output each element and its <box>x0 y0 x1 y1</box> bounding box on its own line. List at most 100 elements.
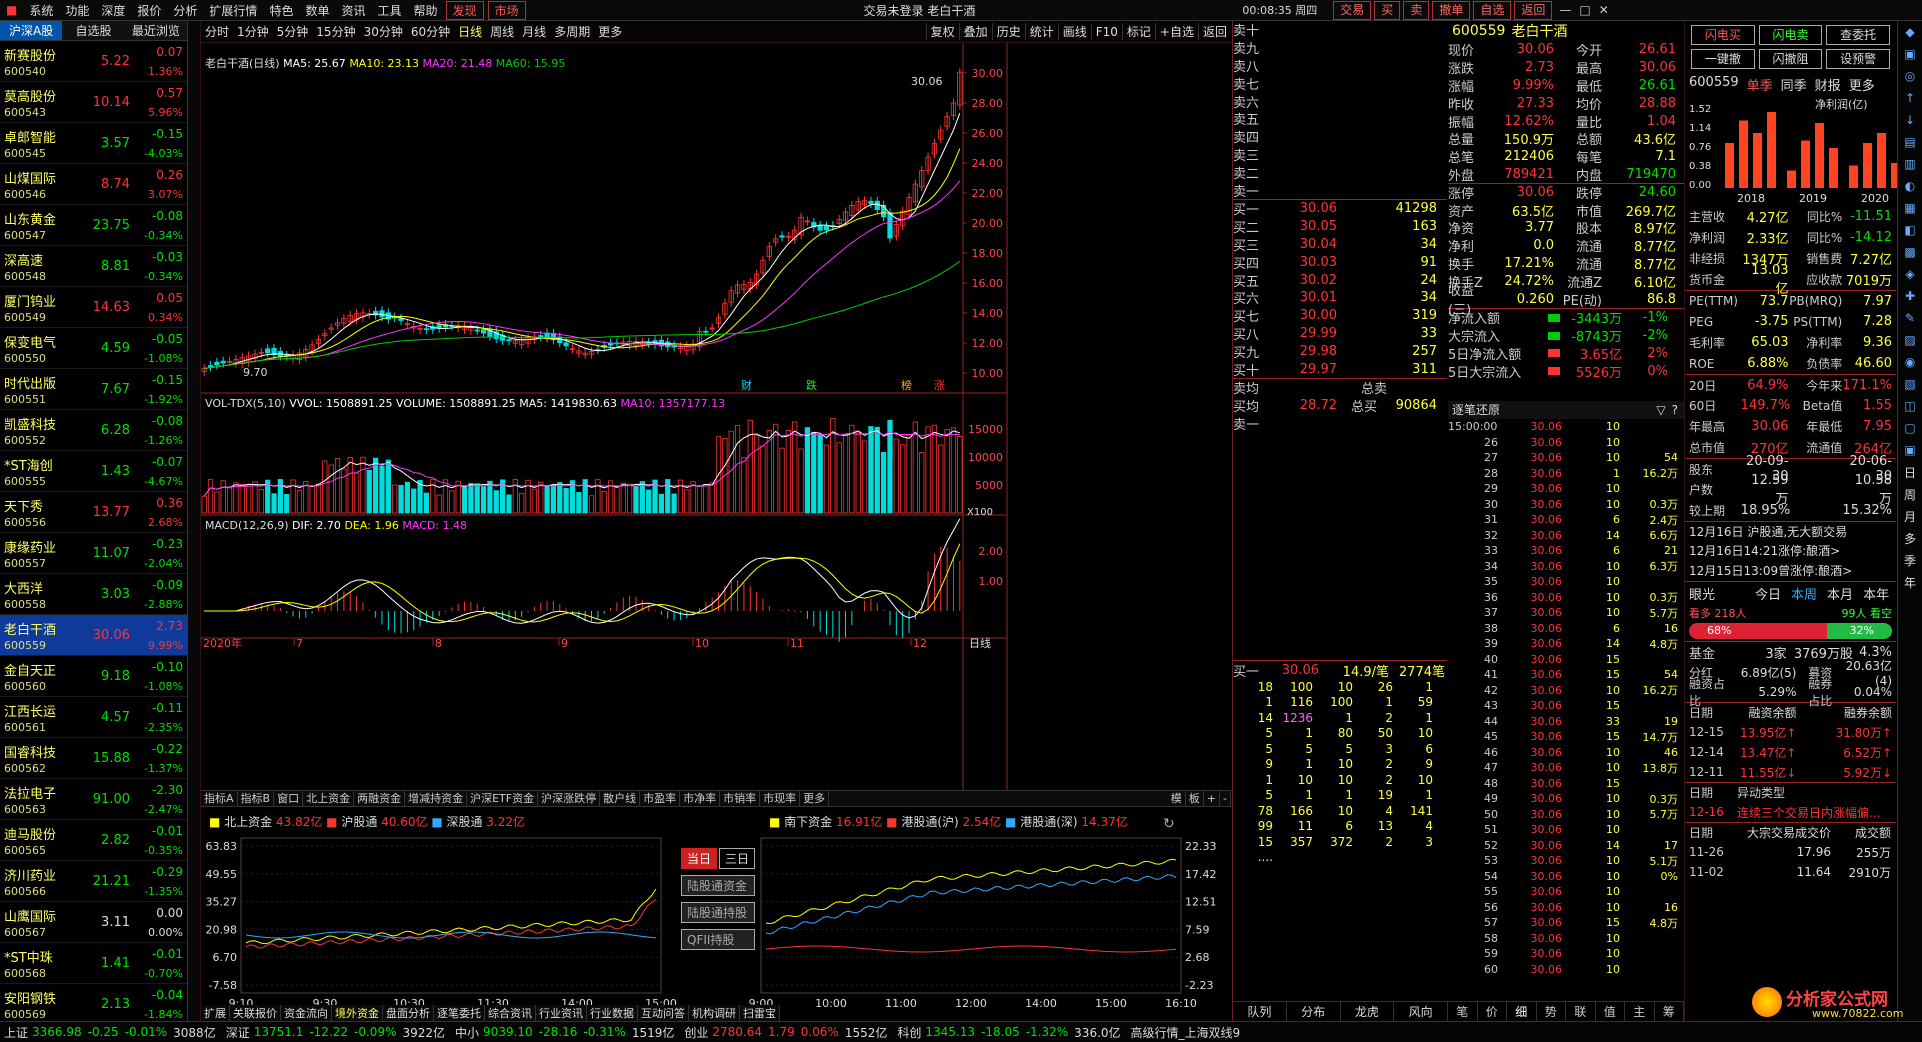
ext-tab-5[interactable]: 逐笔委托 <box>434 1005 485 1021</box>
toolbar-icon-5[interactable]: ▤ <box>1898 131 1922 153</box>
toolbar-icon-15[interactable]: ◉ <box>1898 351 1922 373</box>
period-8[interactable]: 月线 <box>518 23 550 40</box>
ext-tab-11[interactable]: 扫雷宝 <box>740 1005 780 1021</box>
tick-tab-0[interactable]: 笔 <box>1448 1002 1478 1021</box>
stock-row[interactable]: 凯盛科技 600552 6.28 -0.08 -1.26% <box>0 410 187 451</box>
toolbar-icon-18[interactable]: ▢ <box>1898 417 1922 439</box>
toolbar-icon-19[interactable]: ▣ <box>1898 439 1922 461</box>
eye-tab-1[interactable]: 本周 <box>1791 584 1817 603</box>
indicator-tab-2[interactable]: 窗口 <box>274 791 304 806</box>
chart-tool-0[interactable]: 复权 <box>925 23 959 40</box>
filter-icon[interactable]: ▽ <box>1656 401 1665 419</box>
period-0[interactable]: 分时 <box>201 23 233 40</box>
toolbar-icon-20[interactable]: 日 <box>1898 461 1922 483</box>
stock-row[interactable]: 厦门钨业 600549 14.63 0.05 0.34% <box>0 287 187 328</box>
stock-row[interactable]: 保变电气 600550 4.59 -0.05 -1.08% <box>0 328 187 369</box>
ob-tab-1[interactable]: 分布 <box>1287 1002 1341 1021</box>
stock-row[interactable]: 新赛股份 600540 5.22 0.07 1.36% <box>0 41 187 82</box>
event-marker[interactable]: 财 <box>741 378 752 392</box>
news-item[interactable]: 12月15日13:09曾涨停:酿酒> <box>1685 561 1896 581</box>
toolbar-icon-11[interactable]: ◈ <box>1898 263 1922 285</box>
top-button-5[interactable]: 返回 <box>1514 0 1553 20</box>
chart-tool-3[interactable]: 统计 <box>1024 23 1058 40</box>
menu-item-5[interactable]: 扩展行情 <box>203 2 263 19</box>
toolbar-icon-0[interactable]: ◆ <box>1898 21 1922 43</box>
plus-icon[interactable]: + <box>1204 791 1221 806</box>
news-item[interactable]: 12月16日14:21涨停:酿酒> <box>1685 541 1896 561</box>
app-logo-icon[interactable]: ■ <box>0 3 23 17</box>
stock-row[interactable]: 济川药业 600566 21.21 -0.29 -1.35% <box>0 861 187 902</box>
chart-tool-8[interactable]: 返回 <box>1197 23 1231 40</box>
trade-button-3[interactable]: 一键撤 <box>1691 49 1755 69</box>
tick-tab-5[interactable]: 值 <box>1596 1002 1625 1021</box>
minimize-icon[interactable]: — <box>1555 3 1575 17</box>
indicator-tab-10[interactable]: 市净率 <box>680 791 721 806</box>
ob-tab-2[interactable]: 龙虎 <box>1341 1002 1395 1021</box>
trade-button-0[interactable]: 闪电买 <box>1691 25 1755 45</box>
toolbar-icon-3[interactable]: ↑ <box>1898 87 1922 109</box>
ext-tab-8[interactable]: 行业数据 <box>587 1005 638 1021</box>
top-button-2[interactable]: 卖 <box>1403 0 1430 20</box>
ext-tab-3[interactable]: 境外资金 <box>332 1005 383 1021</box>
buy-level[interactable]: 买六 30.01 34 <box>1233 289 1447 307</box>
toolbar-icon-17[interactable]: ◫ <box>1898 395 1922 417</box>
toolbar-icon-9[interactable]: ◧ <box>1898 219 1922 241</box>
ext-tab-9[interactable]: 互动问答 <box>638 1005 689 1021</box>
trade-button-1[interactable]: 闪电卖 <box>1758 25 1823 45</box>
toolbar-icon-14[interactable]: ▨ <box>1898 329 1922 351</box>
sell-level[interactable]: 卖一 <box>1233 181 1447 200</box>
toolbar-icon-1[interactable]: ▣ <box>1898 43 1922 65</box>
fin-tab-2[interactable]: 财报 <box>1815 75 1841 94</box>
index-name[interactable]: 深证 <box>226 1024 250 1041</box>
tick-tab-1[interactable]: 价 <box>1478 1002 1507 1021</box>
eye-tab-2[interactable]: 本月 <box>1827 584 1853 603</box>
sell-level[interactable]: 卖七 <box>1233 74 1447 93</box>
indicator-tab-7[interactable]: 沪深涨跌停 <box>538 791 601 806</box>
hk-connect-holdings-button[interactable]: 陆股通持股 <box>681 902 756 923</box>
stock-row[interactable]: 江西长运 600561 4.57 -0.11 -2.35% <box>0 697 187 738</box>
ext-tab-4[interactable]: 盘面分析 <box>383 1005 434 1021</box>
toolbar-icon-7[interactable]: ◐ <box>1898 175 1922 197</box>
sell-level[interactable]: 卖九 <box>1233 39 1447 57</box>
trade-button-4[interactable]: 闪撤阻 <box>1758 49 1823 69</box>
toolbar-icon-6[interactable]: ▥ <box>1898 153 1922 175</box>
top-button-0[interactable]: 交易 <box>1333 0 1372 20</box>
toolbar-icon-22[interactable]: 月 <box>1898 505 1922 527</box>
stock-row[interactable]: 山鹰国际 600567 3.11 0.00 0.00% <box>0 902 187 943</box>
stock-row[interactable]: 安阳钢铁 600569 2.13 -0.04 -1.84% <box>0 984 187 1025</box>
chart-tool-7[interactable]: +自选 <box>1154 23 1198 40</box>
buy-level[interactable]: 买七 30.00 319 <box>1233 307 1447 325</box>
indicator-tab-6[interactable]: 沪深ETF资金 <box>467 791 539 806</box>
chart-tool-5[interactable]: F10 <box>1090 24 1122 39</box>
help-icon[interactable]: ? <box>1672 401 1678 419</box>
ext-tab-0[interactable]: 扩展 <box>201 1005 230 1021</box>
menu-item-12[interactable]: 市场 <box>487 0 526 20</box>
period-6[interactable]: 日线 <box>454 23 486 40</box>
sell-level[interactable]: 卖六 <box>1233 92 1447 111</box>
menu-item-6[interactable]: 特色 <box>263 2 299 19</box>
stock-row[interactable]: 国睿科技 600562 15.88 -0.22 -1.37% <box>0 738 187 779</box>
board-tab-1[interactable]: 板 <box>1186 791 1204 806</box>
tick-tab-3[interactable]: 势 <box>1537 1002 1566 1021</box>
indicator-tab-1[interactable]: 指标B <box>238 791 275 806</box>
stock-row[interactable]: 法拉电子 600563 91.00 -2.30 -2.47% <box>0 779 187 820</box>
period-4[interactable]: 30分钟 <box>360 23 407 40</box>
chart-tool-4[interactable]: 画线 <box>1057 23 1091 40</box>
period-2[interactable]: 5分钟 <box>273 23 313 40</box>
tick-tab-4[interactable]: 联 <box>1566 1002 1596 1021</box>
stock-row[interactable]: 莫高股份 600543 10.14 0.57 5.96% <box>0 82 187 123</box>
event-marker[interactable]: 榜 <box>901 378 912 392</box>
stock-row[interactable]: 时代出版 600551 7.67 -0.15 -1.92% <box>0 369 187 410</box>
eye-tab-0[interactable]: 今日 <box>1755 584 1781 603</box>
fin-tab-0[interactable]: 单季 <box>1747 75 1773 94</box>
indicator-tab-11[interactable]: 市销率 <box>720 791 761 806</box>
ob-tab-3[interactable]: 风向 <box>1394 1002 1448 1021</box>
indicator-tab-12[interactable]: 市现率 <box>760 791 801 806</box>
toolbar-icon-4[interactable]: ↓ <box>1898 109 1922 131</box>
event-marker[interactable]: 跌 <box>806 378 817 392</box>
index-name[interactable]: 科创 <box>897 1024 921 1041</box>
stock-row[interactable]: 大西洋 600558 3.03 -0.09 -2.88% <box>0 574 187 615</box>
buy-level[interactable]: 买三 30.04 34 <box>1233 236 1447 254</box>
stock-row[interactable]: *ST海创 600555 1.43 -0.07 -4.67% <box>0 451 187 492</box>
close-icon[interactable]: ✕ <box>1595 3 1613 17</box>
